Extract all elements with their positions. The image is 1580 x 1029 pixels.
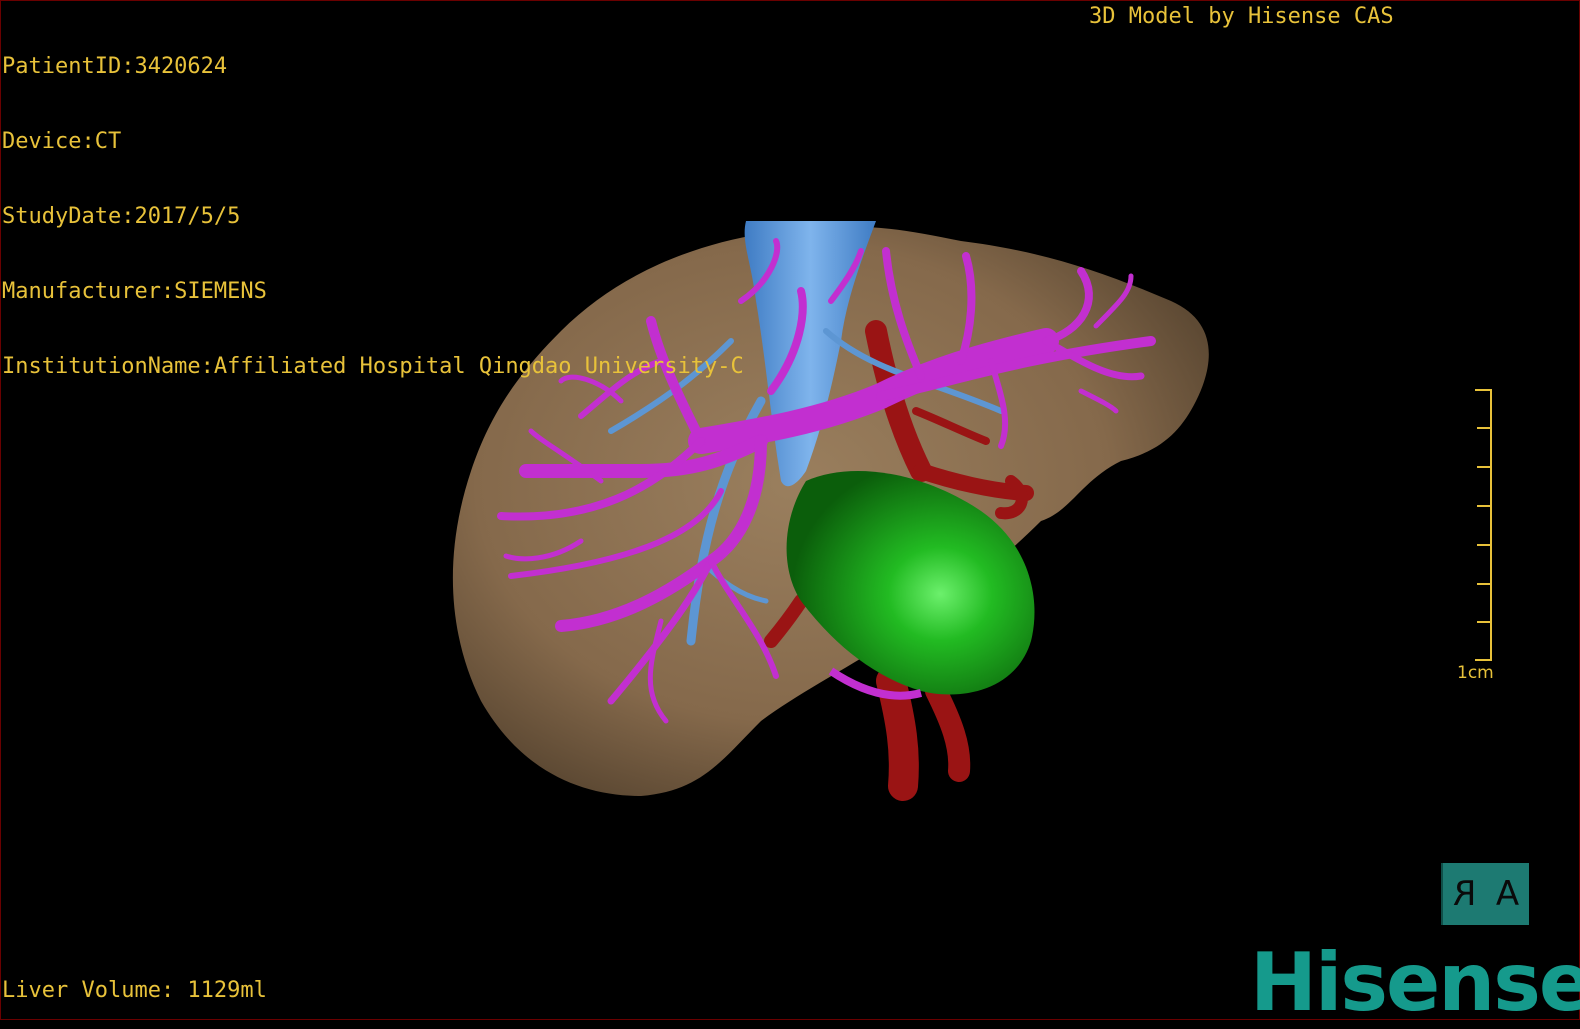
study-date-text: StudyDate:2017/5/5 — [2, 204, 241, 229]
scale-bar — [1475, 389, 1492, 661]
patient-id-text: PatientID:3420624 — [2, 54, 228, 79]
dicom-info-panel: PatientID:3420624 Device:CT StudyDate:20… — [2, 4, 744, 429]
hisense-logo: Hisense — [1250, 936, 1580, 1029]
scale-label: 1cm — [1457, 663, 1494, 683]
institution-text: InstitutionName:Affiliated Hospital Qing… — [2, 354, 744, 379]
3d-viewport[interactable]: PatientID:3420624 Device:CT StudyDate:20… — [0, 0, 1580, 1028]
orientation-cube[interactable]: R A — [1441, 863, 1529, 925]
device-text: Device:CT — [2, 129, 122, 154]
model-credit-text: 3D Model by Hisense CAS — [1089, 4, 1394, 29]
orientation-right-label: R — [1441, 863, 1486, 925]
manufacturer-text: Manufacturer:SIEMENS — [2, 279, 267, 304]
orientation-anterior-label: A — [1495, 874, 1520, 914]
liver-volume-text: Liver Volume: 1129ml — [2, 978, 267, 1003]
